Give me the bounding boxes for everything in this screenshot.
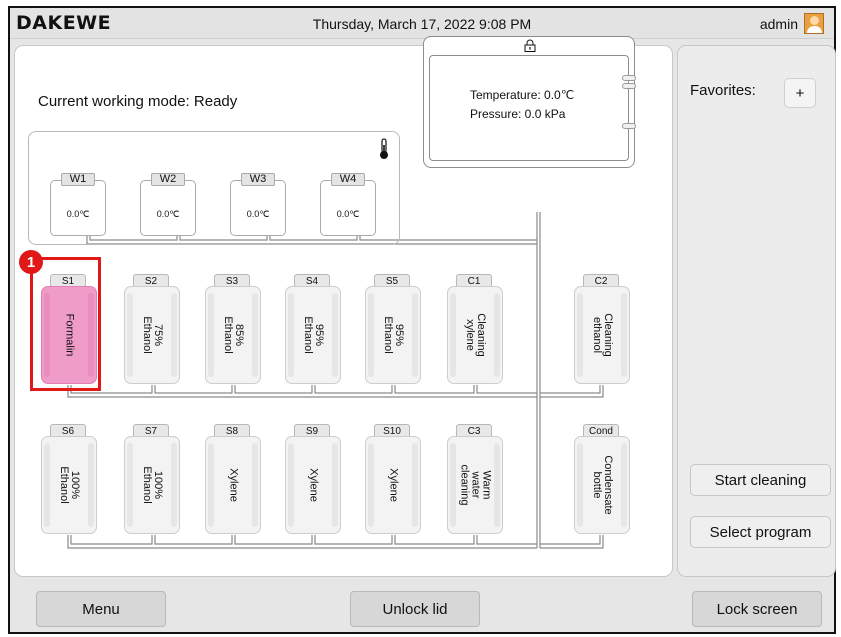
reagent-label: 75% Ethanol [141,316,164,354]
reagent-label: Xylene [387,468,400,502]
retort-hinge [622,123,636,129]
bottle-s8[interactable]: S8 Xylene [205,424,261,534]
thermometer-icon [380,138,388,159]
wax-bath-w1[interactable]: W1 0.0℃ [50,173,106,236]
bottle-body: 95% Ethanol [365,286,421,384]
reagent-label: Xylene [227,468,240,502]
retort-hinge [622,75,636,81]
reagent-label: 95% Ethanol [302,316,325,354]
bottle-body: 100% Ethanol [124,436,180,534]
highlight-box [30,257,101,391]
wax-bath-w3[interactable]: W3 0.0℃ [230,173,286,236]
bottle-s7[interactable]: S7 100% Ethanol [124,424,180,534]
retort-chamber: Temperature: 0.0℃ Pressure: 0.0 kPa [429,55,629,161]
bottle-c2[interactable]: C2 Cleaning ethanol [574,274,630,384]
bottle-s9[interactable]: S9 Xylene [285,424,341,534]
reagent-label: Cleaning xylene [464,313,487,357]
bottle-body: Xylene [285,436,341,534]
reagent-label: Cleaning ethanol [591,313,614,357]
reagent-label: 85% Ethanol [222,316,245,354]
reagent-label: Warm water cleaning [458,464,493,506]
bottle-s3[interactable]: S3 85% Ethanol [205,274,261,384]
wax-bath-temp: 0.0℃ [336,209,360,219]
bottle-s2[interactable]: S2 75% Ethanol [124,274,180,384]
retort-pressure: Pressure: 0.0 kPa [470,107,566,121]
bottle-body: Warm water cleaning [447,436,503,534]
wax-bath-temp: 0.0℃ [66,209,90,219]
bottle-s6[interactable]: S6 100% Ethanol [41,424,97,534]
retort-unit[interactable]: Temperature: 0.0℃ Pressure: 0.0 kPa [423,36,636,168]
bottle-c1[interactable]: C1 Cleaning xylene [447,274,503,384]
wax-bath-id: W3 [241,173,275,186]
reagent-label: Condensate bottle [591,455,614,515]
reagent-label: 100% Ethanol [141,466,164,504]
wax-bath-temp: 0.0℃ [156,209,180,219]
bottle-body: Cleaning ethanol [574,286,630,384]
bottle-s10[interactable]: S10 Xylene [365,424,421,534]
reagent-label: 95% Ethanol [382,316,405,354]
reagent-label: 100% Ethanol [58,466,81,504]
bottle-body: Xylene [205,436,261,534]
bottle-s5[interactable]: S5 95% Ethanol [365,274,421,384]
bottle-body: Xylene [365,436,421,534]
step-badge: 1 [19,250,43,274]
wax-bath-temp: 0.0℃ [246,209,270,219]
bottle-s4[interactable]: S4 95% Ethanol [285,274,341,384]
retort-temperature: Temperature: 0.0℃ [470,88,575,102]
bottle-body: Condensate bottle [574,436,630,534]
bottle-body: 95% Ethanol [285,286,341,384]
working-mode-status: Current working mode: Ready [38,93,238,110]
wax-bath-w4[interactable]: W4 0.0℃ [320,173,376,236]
reagent-label: Xylene [307,468,320,502]
bottle-body: 75% Ethanol [124,286,180,384]
retort-hinge [622,83,636,89]
wax-bath-id: W1 [61,173,95,186]
bottle-body: 85% Ethanol [205,286,261,384]
bottle-c3[interactable]: C3 Warm water cleaning [447,424,503,534]
wax-bath-id: W4 [331,173,365,186]
bottle-body: Cleaning xylene [447,286,503,384]
bottle-body: 100% Ethanol [41,436,97,534]
wax-bath-id: W2 [151,173,185,186]
wax-bath-w2[interactable]: W2 0.0℃ [140,173,196,236]
lock-icon [524,39,536,52]
bottle-cond[interactable]: Cond Condensate bottle [574,424,630,534]
